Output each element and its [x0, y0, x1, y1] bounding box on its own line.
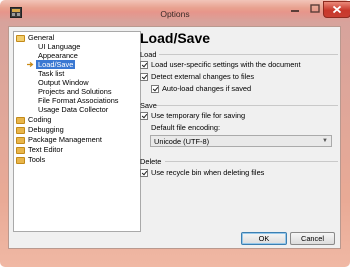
section-title-save: Save — [140, 101, 157, 110]
detect-external-changes-checkbox[interactable]: Detect external changes to files — [140, 72, 254, 82]
folder-icon — [16, 126, 25, 134]
checkbox-checked-icon[interactable] — [151, 85, 159, 94]
section-title-delete: Delete — [140, 157, 162, 166]
folder-icon — [16, 156, 25, 164]
section-divider — [159, 54, 338, 55]
tree-item-usage-data-collector[interactable]: Usage Data Collector — [38, 105, 108, 115]
checkbox-checked-icon[interactable] — [140, 61, 148, 70]
tree-item-coding[interactable]: Coding — [16, 115, 51, 125]
tree-item-text-editor[interactable]: Text Editor — [16, 145, 63, 155]
minimize-icon[interactable] — [284, 1, 306, 18]
encoding-select[interactable]: Unicode (UTF-8) ▼ — [150, 135, 332, 147]
folder-open-icon — [16, 34, 25, 42]
section-divider — [157, 105, 338, 106]
auto-load-changes-checkbox[interactable]: Auto-load changes if saved — [151, 84, 251, 94]
close-icon[interactable] — [323, 1, 350, 18]
checkbox-checked-icon[interactable] — [140, 112, 148, 121]
encoding-selected-value: Unicode (UTF-8) — [154, 137, 210, 146]
section-title-load: Load — [140, 50, 157, 59]
use-recycle-bin-checkbox[interactable]: Use recycle bin when deleting files — [140, 168, 264, 178]
tree-item-tools[interactable]: Tools — [16, 155, 45, 165]
folder-icon — [16, 136, 25, 144]
load-user-settings-checkbox[interactable]: Load user-specific settings with the doc… — [140, 60, 301, 70]
options-window: Options General UI Language Appearance L… — [0, 0, 350, 267]
ok-button[interactable]: OK — [241, 232, 287, 245]
chevron-down-icon[interactable]: ▼ — [322, 138, 328, 144]
cancel-button[interactable]: Cancel — [290, 232, 335, 245]
page-title: Load/Save — [140, 30, 211, 46]
title-bar[interactable]: Options — [0, 0, 350, 26]
folder-icon — [16, 146, 25, 154]
options-tree[interactable]: General UI Language Appearance Load/Save… — [13, 31, 141, 232]
use-temporary-file-checkbox[interactable]: Use temporary file for saving — [140, 111, 245, 121]
dialog-body: General UI Language Appearance Load/Save… — [8, 26, 341, 249]
folder-icon — [16, 116, 25, 124]
maximize-icon[interactable] — [305, 1, 325, 18]
default-encoding-label: Default file encoding: — [151, 123, 221, 132]
section-divider — [165, 161, 338, 162]
checkbox-checked-icon[interactable] — [140, 169, 148, 178]
checkbox-checked-icon[interactable] — [140, 73, 148, 82]
tree-item-package-management[interactable]: Package Management — [16, 135, 102, 145]
tree-item-debugging[interactable]: Debugging — [16, 125, 64, 135]
arrow-right-icon — [27, 62, 34, 67]
